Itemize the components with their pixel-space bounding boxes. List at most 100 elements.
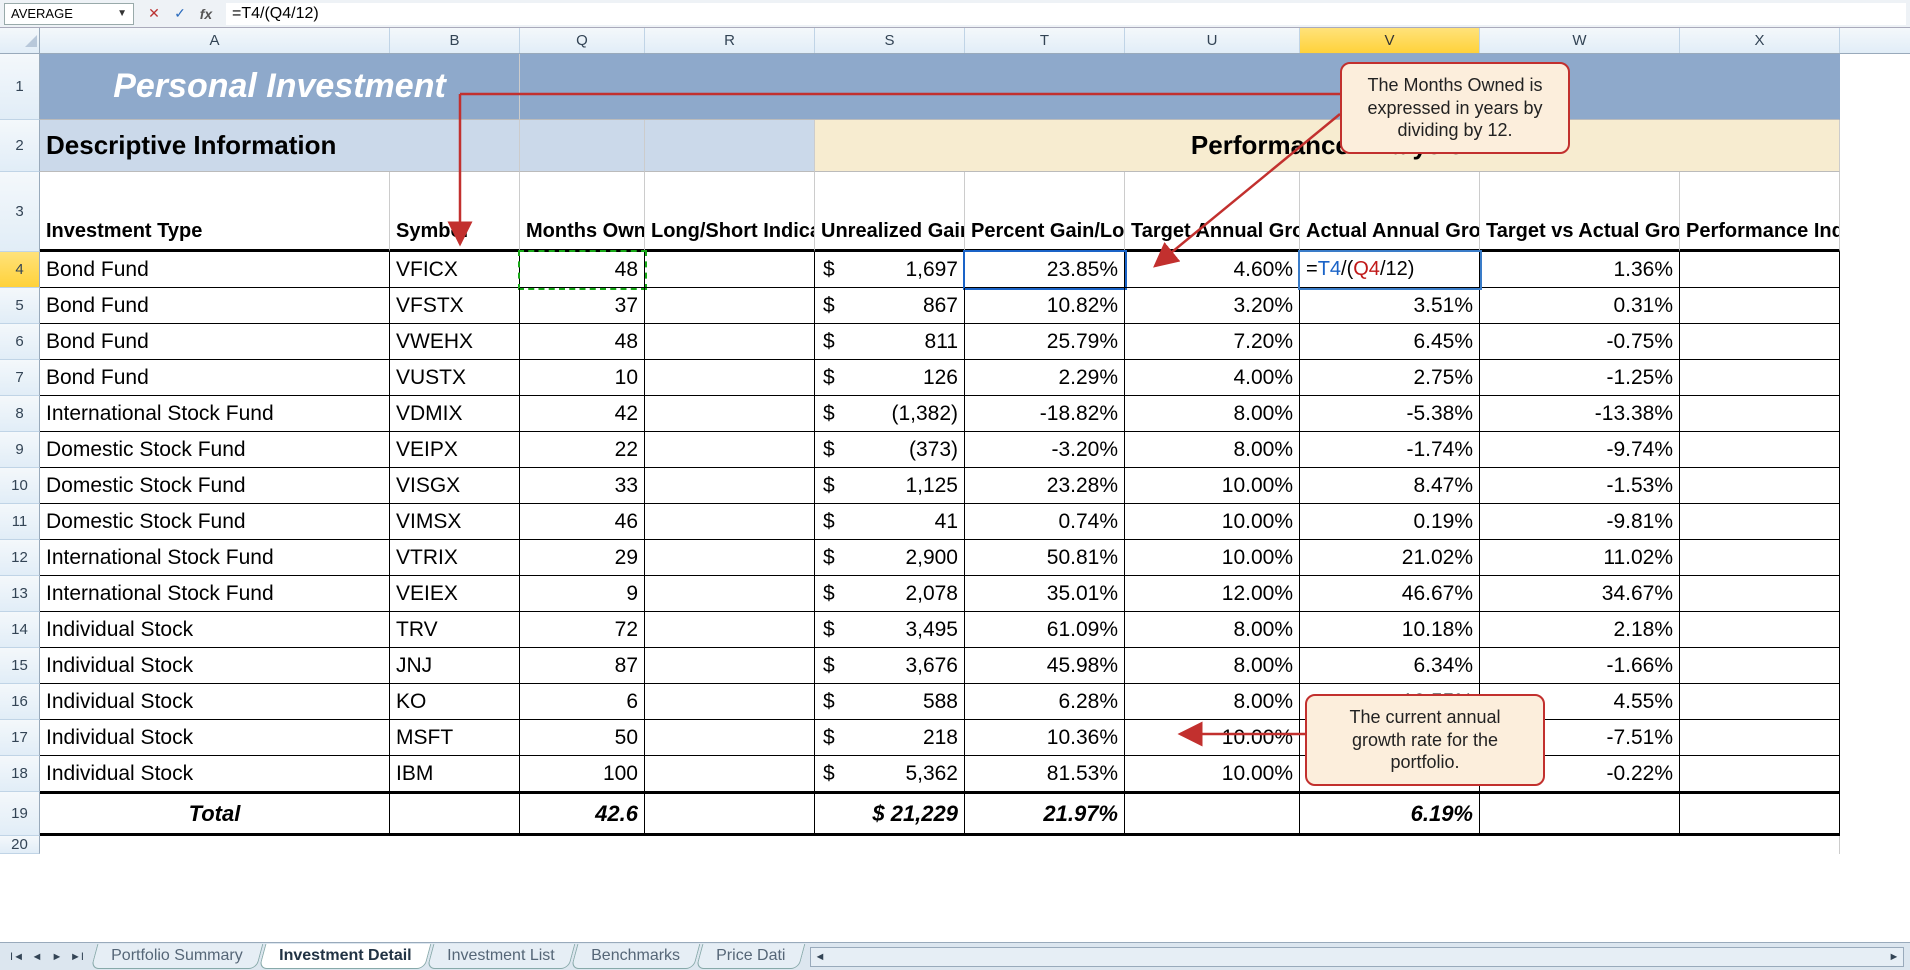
cell-T8[interactable]: -18.82% <box>965 396 1125 432</box>
cell-V7[interactable]: 2.75% <box>1300 360 1480 396</box>
cell-V11[interactable]: 0.19% <box>1300 504 1480 540</box>
cell-X13[interactable] <box>1680 576 1840 612</box>
cell-B18[interactable]: IBM <box>390 756 520 792</box>
cell-A13[interactable]: International Stock Fund <box>40 576 390 612</box>
name-box-dropdown-icon[interactable]: ▼ <box>117 8 127 19</box>
cell-V12[interactable]: 21.02% <box>1300 540 1480 576</box>
cell-S6[interactable]: $811 <box>815 324 965 360</box>
cell-W7[interactable]: -1.25% <box>1480 360 1680 396</box>
row-header-7[interactable]: 7 <box>0 360 40 396</box>
header-S[interactable]: Unrealized Gain/Loss <box>815 172 965 252</box>
cell-W9[interactable]: -9.74% <box>1480 432 1680 468</box>
cell-X16[interactable] <box>1680 684 1840 720</box>
row-header-8[interactable]: 8 <box>0 396 40 432</box>
formula-input[interactable] <box>226 3 1906 25</box>
column-header-W[interactable]: W <box>1480 28 1680 53</box>
cell-T11[interactable]: 0.74% <box>965 504 1125 540</box>
accept-formula-icon[interactable]: ✓ <box>170 4 190 24</box>
cell-S17[interactable]: $218 <box>815 720 965 756</box>
cell-R8[interactable] <box>645 396 815 432</box>
row-header-2[interactable]: 2 <box>0 120 40 172</box>
cell-Q4[interactable]: 48 <box>520 252 645 288</box>
cell-B6[interactable]: VWEHX <box>390 324 520 360</box>
cell-U15[interactable]: 8.00% <box>1125 648 1300 684</box>
column-header-A[interactable]: A <box>40 28 390 53</box>
cell-V9[interactable]: -1.74% <box>1300 432 1480 468</box>
tab-nav-prev-icon[interactable]: ◄ <box>28 948 46 966</box>
cell-S18[interactable]: $5,362 <box>815 756 965 792</box>
column-header-Q[interactable]: Q <box>520 28 645 53</box>
cell-T6[interactable]: 25.79% <box>965 324 1125 360</box>
cell-Q16[interactable]: 6 <box>520 684 645 720</box>
cell-X14[interactable] <box>1680 612 1840 648</box>
cell-A6[interactable]: Bond Fund <box>40 324 390 360</box>
cell-W15[interactable]: -1.66% <box>1480 648 1680 684</box>
cell-U11[interactable]: 10.00% <box>1125 504 1300 540</box>
cell-X9[interactable] <box>1680 432 1840 468</box>
cell-U12[interactable]: 10.00% <box>1125 540 1300 576</box>
cell-T15[interactable]: 45.98% <box>965 648 1125 684</box>
cell-T16[interactable]: 6.28% <box>965 684 1125 720</box>
cell-U6[interactable]: 7.20% <box>1125 324 1300 360</box>
cell-X12[interactable] <box>1680 540 1840 576</box>
cell-T4[interactable]: 23.85% <box>965 252 1125 288</box>
spreadsheet-grid[interactable]: Personal Investment Descriptive Informat… <box>40 54 1840 854</box>
cell-S4[interactable]: $1,697 <box>815 252 965 288</box>
cell-S16[interactable]: $588 <box>815 684 965 720</box>
row-header-4[interactable]: 4 <box>0 252 40 288</box>
cell-X5[interactable] <box>1680 288 1840 324</box>
cell-U18[interactable]: 10.00% <box>1125 756 1300 792</box>
cell-W14[interactable]: 2.18% <box>1480 612 1680 648</box>
cell-B9[interactable]: VEIPX <box>390 432 520 468</box>
cell-U7[interactable]: 4.00% <box>1125 360 1300 396</box>
cell-V8[interactable]: -5.38% <box>1300 396 1480 432</box>
cell-W5[interactable]: 0.31% <box>1480 288 1680 324</box>
cell-T14[interactable]: 61.09% <box>965 612 1125 648</box>
cell-B16[interactable]: KO <box>390 684 520 720</box>
cell-T9[interactable]: -3.20% <box>965 432 1125 468</box>
cell-A16[interactable]: Individual Stock <box>40 684 390 720</box>
cell-Q13[interactable]: 9 <box>520 576 645 612</box>
cell-X18[interactable] <box>1680 756 1840 792</box>
cell-W12[interactable]: 11.02% <box>1480 540 1680 576</box>
row-header-16[interactable]: 16 <box>0 684 40 720</box>
column-header-X[interactable]: X <box>1680 28 1840 53</box>
cell-R10[interactable] <box>645 468 815 504</box>
cell-B7[interactable]: VUSTX <box>390 360 520 396</box>
name-box[interactable]: AVERAGE ▼ <box>4 3 134 25</box>
column-header-S[interactable]: S <box>815 28 965 53</box>
cell-S9[interactable]: $(373) <box>815 432 965 468</box>
cell-S8[interactable]: $(1,382) <box>815 396 965 432</box>
column-header-T[interactable]: T <box>965 28 1125 53</box>
cell-T12[interactable]: 50.81% <box>965 540 1125 576</box>
cell-W8[interactable]: -13.38% <box>1480 396 1680 432</box>
row-header-11[interactable]: 11 <box>0 504 40 540</box>
cell-W13[interactable]: 34.67% <box>1480 576 1680 612</box>
column-header-U[interactable]: U <box>1125 28 1300 53</box>
sheet-tab-portfolio-summary[interactable]: Portfolio Summary <box>91 944 263 969</box>
cell-T13[interactable]: 35.01% <box>965 576 1125 612</box>
row-header-1[interactable]: 1 <box>0 54 40 120</box>
cell-U13[interactable]: 12.00% <box>1125 576 1300 612</box>
cell-U4[interactable]: 4.60% <box>1125 252 1300 288</box>
cell-Q6[interactable]: 48 <box>520 324 645 360</box>
cell-A17[interactable]: Individual Stock <box>40 720 390 756</box>
row-header-15[interactable]: 15 <box>0 648 40 684</box>
cell-T17[interactable]: 10.36% <box>965 720 1125 756</box>
cell-S5[interactable]: $867 <box>815 288 965 324</box>
tab-nav-last-icon[interactable]: ►I <box>68 948 86 966</box>
row-header-14[interactable]: 14 <box>0 612 40 648</box>
header-V[interactable]: Actual Annual Growth Rate <box>1300 172 1480 252</box>
cell-S11[interactable]: $41 <box>815 504 965 540</box>
tab-nav-first-icon[interactable]: I◄ <box>8 948 26 966</box>
horizontal-scrollbar[interactable]: ◄ ► <box>810 947 1904 967</box>
header-W[interactable]: Target vs Actual Growth Rate <box>1480 172 1680 252</box>
cell-W11[interactable]: -9.81% <box>1480 504 1680 540</box>
cell-V15[interactable]: 6.34% <box>1300 648 1480 684</box>
cell-Q18[interactable]: 100 <box>520 756 645 792</box>
hscroll-left-icon[interactable]: ◄ <box>811 948 829 966</box>
cell-A9[interactable]: Domestic Stock Fund <box>40 432 390 468</box>
cell-W10[interactable]: -1.53% <box>1480 468 1680 504</box>
cell-V14[interactable]: 10.18% <box>1300 612 1480 648</box>
header-A[interactable]: Investment Type <box>40 172 390 252</box>
